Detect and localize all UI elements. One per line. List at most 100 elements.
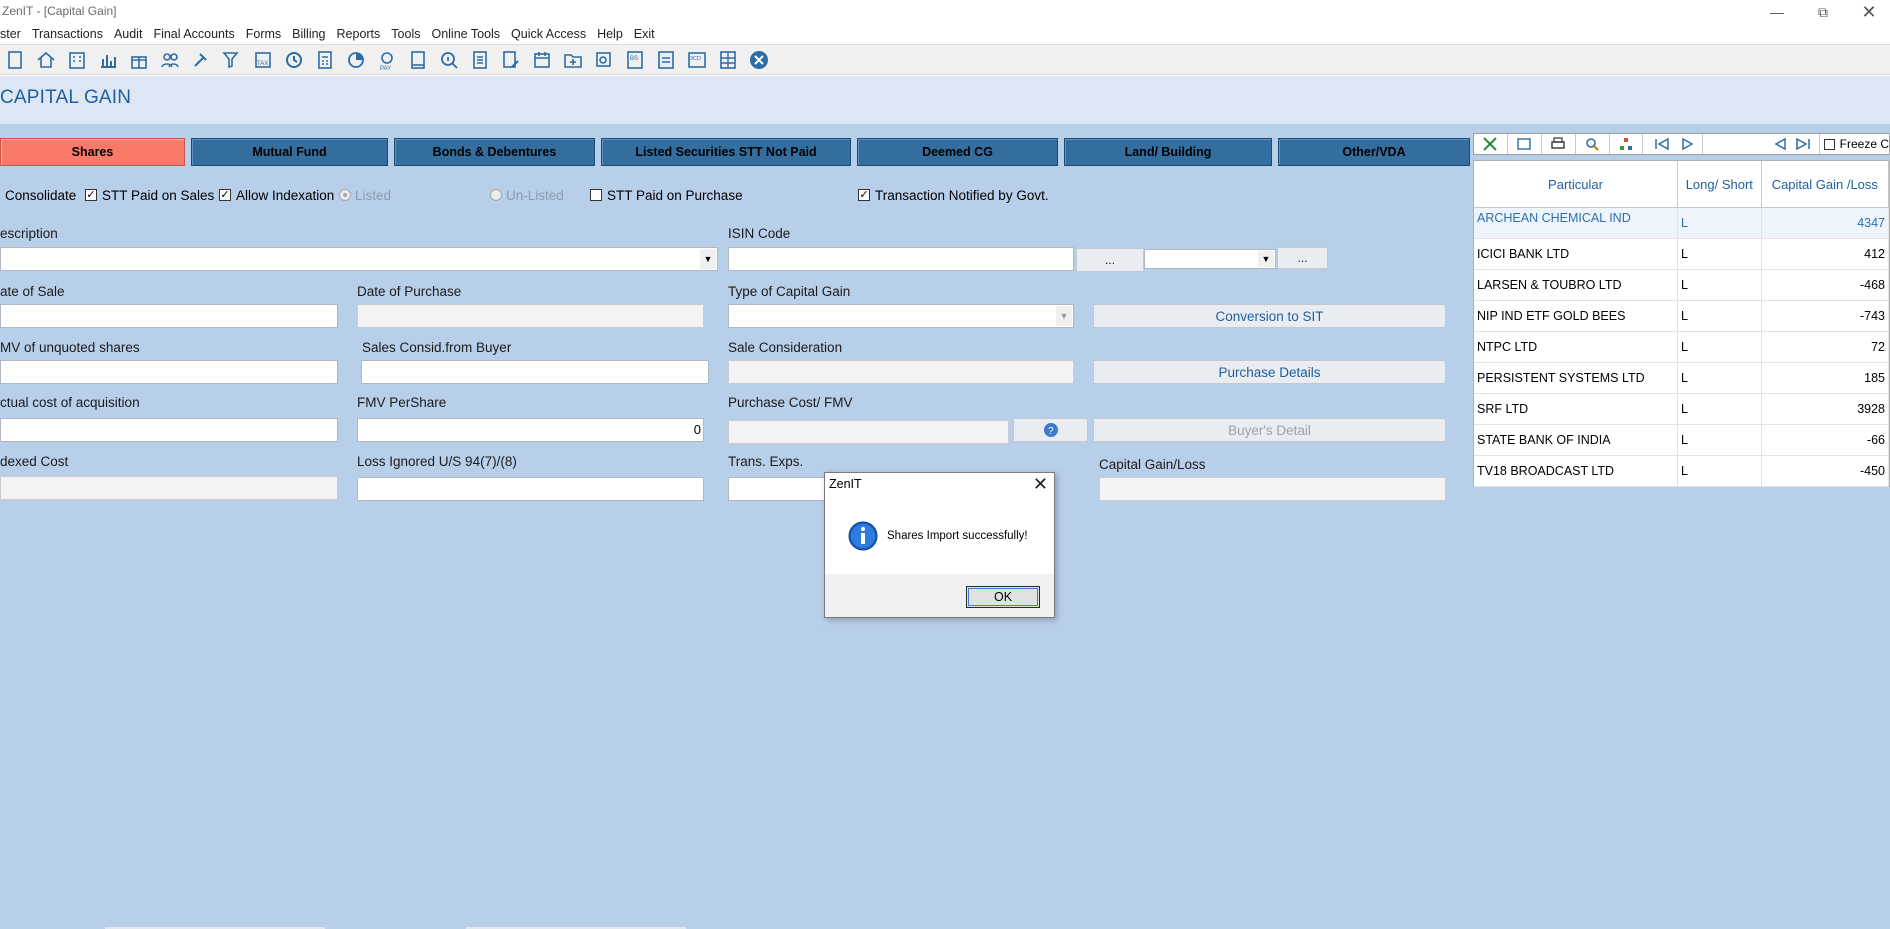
menu-master[interactable]: ster (0, 27, 21, 41)
form-3cd-icon[interactable]: 3CD (684, 47, 710, 73)
sales-consid-from-buyer-input[interactable] (361, 360, 709, 384)
fmv-per-share-input[interactable]: 0 (357, 418, 704, 442)
help-icon: ? (1043, 423, 1058, 437)
consolidate-option[interactable]: Consolidate (5, 186, 76, 204)
table-row[interactable]: ARCHEAN CHEMICAL IND L 4347 (1474, 208, 1889, 239)
spreadsheet-icon[interactable] (715, 47, 741, 73)
balance-sheet-icon[interactable]: BS (622, 47, 648, 73)
help-button[interactable]: ? (1013, 418, 1088, 442)
menu-quick-access[interactable]: Quick Access (511, 27, 586, 41)
menu-forms[interactable]: Forms (246, 27, 281, 41)
menu-billing[interactable]: Billing (292, 27, 325, 41)
trans-exps-input[interactable] (728, 477, 826, 501)
loss-ignored-input[interactable] (357, 477, 704, 501)
chevron-down-icon[interactable]: ▼ (1258, 251, 1274, 267)
document-icon[interactable] (2, 47, 28, 73)
calculator-icon[interactable] (312, 47, 338, 73)
column-header-capital-gain-loss[interactable]: Capital Gain /Loss (1762, 161, 1889, 207)
transaction-notified-option[interactable]: ✓ Transaction Notified by Govt. (858, 186, 1049, 204)
edit-document-icon[interactable] (498, 47, 524, 73)
menu-online-tools[interactable]: Online Tools (431, 27, 500, 41)
close-circle-icon[interactable] (746, 47, 772, 73)
stt-paid-on-purchase-option[interactable]: STT Paid on Purchase (590, 186, 743, 204)
csv-icon[interactable] (1508, 134, 1542, 154)
menu-tools[interactable]: Tools (391, 27, 420, 41)
pie-chart-icon[interactable] (343, 47, 369, 73)
fmv-unquoted-shares-input[interactable] (0, 360, 338, 384)
transaction-notified-checkbox[interactable]: ✓ (858, 189, 870, 201)
menu-audit[interactable]: Audit (114, 27, 143, 41)
table-row[interactable]: NTPC LTD L 72 (1474, 332, 1889, 363)
stt-paid-on-sales-option[interactable]: ✓ STT Paid on Sales (85, 186, 214, 204)
users-icon[interactable] (157, 47, 183, 73)
gift-icon[interactable] (126, 47, 152, 73)
table-row[interactable]: PERSISTENT SYSTEMS LTD L 185 (1474, 363, 1889, 394)
conversion-to-sit-button[interactable]: Conversion to SIT (1093, 304, 1446, 328)
column-header-particular[interactable]: Particular (1474, 161, 1679, 207)
purchase-details-button[interactable]: Purchase Details (1093, 360, 1446, 384)
stt-paid-on-sales-checkbox[interactable]: ✓ (85, 189, 97, 201)
tab-shares[interactable]: Shares (0, 138, 185, 166)
restore-icon[interactable]: ⧉ (1800, 0, 1846, 24)
date-of-sale-input[interactable] (0, 304, 338, 328)
refresh-icon[interactable] (281, 47, 307, 73)
tab-bonds-debentures[interactable]: Bonds & Debentures (394, 138, 595, 166)
chevron-down-icon[interactable]: ▼ (1056, 306, 1072, 326)
freeze-option[interactable]: Freeze C (1820, 137, 1889, 151)
column-header-long-short[interactable]: Long/ Short (1678, 161, 1762, 207)
ok-button[interactable]: OK (966, 586, 1040, 608)
building-icon[interactable] (64, 47, 90, 73)
menu-final-accounts[interactable]: Final Accounts (153, 27, 234, 41)
calendar-icon[interactable] (529, 47, 555, 73)
print-icon[interactable] (1542, 134, 1576, 154)
allow-indexation-checkbox[interactable]: ✓ (219, 189, 231, 201)
filter-icon[interactable] (219, 47, 245, 73)
book-icon[interactable] (405, 47, 431, 73)
pay-icon[interactable]: PAY (374, 47, 400, 73)
close-window-icon[interactable]: ✕ (1846, 0, 1890, 24)
search-info-icon[interactable] (436, 47, 462, 73)
tab-listed-securities-stt-not-paid[interactable]: Listed Securities STT Not Paid (601, 138, 851, 166)
browse-button[interactable]: ... (1277, 247, 1328, 269)
table-row[interactable]: NIP IND ETF GOLD BEES L -743 (1474, 301, 1889, 332)
isin-browse-button[interactable]: ... (1076, 248, 1144, 272)
bar-chart-icon[interactable] (95, 47, 121, 73)
chat-icon[interactable] (591, 47, 617, 73)
type-of-capital-gain-dropdown[interactable]: ▼ (728, 304, 1074, 328)
minimize-icon[interactable]: — (1754, 0, 1800, 24)
chevron-down-icon[interactable]: ▼ (700, 249, 716, 269)
table-row[interactable]: STATE BANK OF INDIA L -66 (1474, 425, 1889, 456)
table-row[interactable]: SRF LTD L 3928 (1474, 394, 1889, 425)
gavel-icon[interactable] (188, 47, 214, 73)
report-icon[interactable] (467, 47, 493, 73)
menu-transactions[interactable]: Transactions (32, 27, 103, 41)
menu-help[interactable]: Help (597, 27, 623, 41)
home-icon[interactable] (33, 47, 59, 73)
add-folder-icon[interactable] (560, 47, 586, 73)
tab-other-vda[interactable]: Other/VDA (1278, 138, 1470, 166)
stt-paid-on-purchase-checkbox[interactable] (590, 189, 602, 201)
tab-deemed-cg[interactable]: Deemed CG (857, 138, 1058, 166)
export-icon[interactable] (1474, 134, 1508, 154)
allow-indexation-label: Allow Indexation (236, 187, 335, 203)
actual-cost-input[interactable] (0, 418, 338, 442)
search-icon[interactable] (1576, 134, 1610, 154)
table-row[interactable]: ICICI BANK LTD L 412 (1474, 239, 1889, 270)
hierarchy-icon[interactable] (1610, 134, 1644, 154)
tax-icon[interactable]: TAX (250, 47, 276, 73)
table-row[interactable]: TV18 BROADCAST LTD L -450 (1474, 456, 1889, 487)
isin-dropdown[interactable]: ▼ (1144, 249, 1276, 269)
menu-reports[interactable]: Reports (337, 27, 381, 41)
description-dropdown[interactable]: ▼ (0, 247, 718, 271)
allow-indexation-option[interactable]: ✓ Allow Indexation (219, 186, 334, 204)
isin-code-input[interactable] (728, 247, 1074, 271)
tab-mutual-fund[interactable]: Mutual Fund (191, 138, 388, 166)
next-last-icon[interactable] (1768, 134, 1820, 154)
tab-land-building[interactable]: Land/ Building (1064, 138, 1272, 166)
ledger-icon[interactable] (653, 47, 679, 73)
menu-exit[interactable]: Exit (634, 27, 655, 41)
table-row[interactable]: LARSEN & TOUBRO LTD L -468 (1474, 270, 1889, 301)
freeze-checkbox[interactable] (1823, 138, 1835, 150)
first-prev-icon[interactable] (1643, 134, 1704, 154)
close-icon[interactable]: ✕ (1033, 474, 1048, 495)
